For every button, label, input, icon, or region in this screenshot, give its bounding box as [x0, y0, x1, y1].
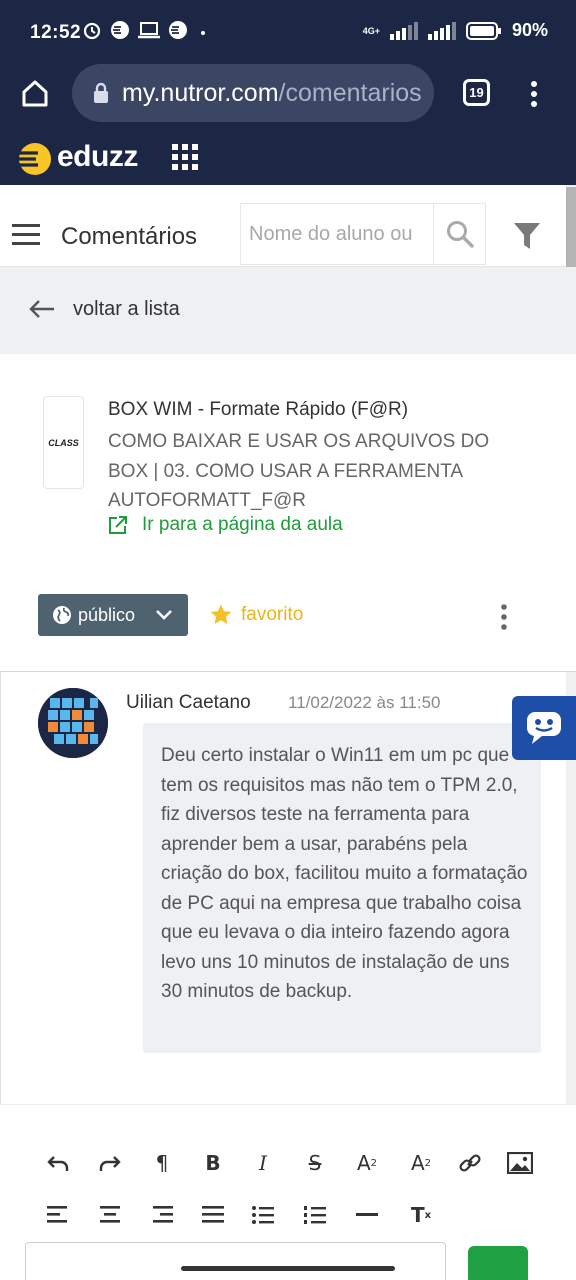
filter-icon[interactable] — [514, 223, 540, 249]
align-justify-icon[interactable] — [198, 1200, 228, 1230]
eduzz-notification-icon-2 — [169, 21, 187, 39]
more-options-icon[interactable] — [498, 603, 510, 631]
laptop-icon — [138, 22, 160, 39]
lesson-thumbnail-label: CLASS — [48, 437, 79, 448]
go-to-lesson-label: Ir para a página da aula — [142, 514, 343, 535]
comment-author: Uilian Caetano — [126, 692, 251, 713]
align-center-icon[interactable] — [95, 1200, 125, 1230]
paragraph-icon[interactable]: ¶ — [147, 1148, 177, 1178]
external-link-icon — [109, 516, 127, 534]
chat-widget-button[interactable] — [512, 696, 576, 760]
comment-bubble: Deu certo instalar o Win11 em um pc que … — [143, 723, 541, 1053]
menu-icon[interactable] — [12, 224, 40, 246]
align-right-icon[interactable] — [147, 1200, 177, 1230]
scrollbar-thumb[interactable] — [566, 187, 576, 267]
image-icon[interactable] — [505, 1148, 535, 1178]
star-icon — [210, 604, 232, 624]
go-to-lesson-link[interactable]: Ir para a página da aula — [108, 514, 343, 536]
align-left-icon[interactable] — [43, 1200, 73, 1230]
favorite-button[interactable]: favorito — [209, 603, 303, 627]
eduzz-bar: eduzz — [0, 130, 576, 185]
network-label: 4G+ — [362, 25, 380, 36]
avatar-image — [38, 688, 108, 758]
reply-input[interactable] — [25, 1242, 446, 1280]
arrow-back-icon — [29, 300, 54, 318]
globe-icon — [53, 606, 71, 624]
search-box — [240, 203, 486, 265]
visibility-dropdown[interactable]: público — [38, 594, 188, 636]
chevron-down-icon — [156, 610, 172, 620]
numbered-list-icon[interactable] — [300, 1200, 330, 1230]
address-field[interactable]: my.nutror.com/comentarios — [72, 64, 434, 122]
tab-switcher-button[interactable]: 19 — [463, 79, 490, 106]
lesson-title: COMO BAIXAR E USAR OS ARQUIVOS DO BOX | … — [108, 431, 490, 511]
subscript-icon[interactable]: A2 — [406, 1148, 436, 1178]
reply-editor: ¶ B I S A2 A2 Tx — [0, 1104, 576, 1280]
avatar — [38, 688, 108, 758]
signal-icon — [389, 21, 418, 40]
search-button[interactable] — [433, 203, 485, 265]
status-bar: 12:52 4G+ 90% — [0, 0, 576, 64]
more-vert-icon[interactable] — [527, 80, 541, 108]
eduzz-notification-icon — [111, 21, 129, 39]
lock-icon — [94, 82, 108, 103]
eduzz-logo-icon[interactable] — [16, 142, 52, 176]
dot-icon — [201, 31, 205, 35]
comment-text: Deu certo instalar o Win11 em um pc que … — [161, 745, 528, 1002]
redo-icon[interactable] — [95, 1148, 125, 1178]
comment-date: 11/02/2022 às 11:50 — [288, 693, 441, 712]
status-icons — [82, 20, 210, 40]
italic-icon[interactable]: I — [248, 1148, 278, 1178]
visibility-value: público — [78, 604, 136, 625]
app-header: Comentários — [0, 185, 566, 267]
course-name: BOX WIM - Formate Rápido (F@R) — [108, 399, 409, 420]
strikethrough-icon[interactable]: S — [300, 1148, 330, 1178]
back-bar[interactable]: voltar a lista — [0, 267, 576, 354]
battery-level: 90% — [511, 20, 548, 40]
lesson-thumbnail: CLASS — [43, 396, 84, 489]
signal-icon-2 — [427, 21, 456, 40]
undo-icon[interactable] — [43, 1148, 73, 1178]
search-input[interactable] — [241, 214, 433, 254]
eduzz-logo-text: eduzz — [57, 140, 138, 173]
superscript-icon[interactable]: A2 — [352, 1148, 382, 1178]
search-icon — [446, 221, 474, 248]
battery-icon — [465, 21, 501, 40]
status-right: 4G+ 90% — [363, 20, 548, 41]
chat-bot-icon — [527, 712, 561, 744]
page-title: Comentários — [61, 223, 198, 250]
lesson-card: CLASS BOX WIM - Formate Rápido (F@R) COM… — [0, 354, 576, 672]
home-icon[interactable] — [20, 78, 50, 108]
url-path: /comentarios — [278, 78, 422, 107]
apps-grid-icon[interactable] — [172, 144, 198, 170]
clear-format-icon[interactable]: Tx — [406, 1200, 436, 1230]
browser-url-bar: my.nutror.com/comentarios 19 — [0, 64, 576, 126]
gesture-bar — [181, 1266, 395, 1271]
link-icon[interactable] — [455, 1148, 485, 1178]
url-host: my.nutror.com — [122, 78, 279, 107]
status-time: 12:52 — [30, 22, 82, 43]
bold-icon[interactable]: B — [198, 1148, 228, 1178]
favorite-label: favorito — [241, 604, 304, 625]
alarm-icon — [83, 22, 101, 40]
bullet-list-icon[interactable] — [248, 1200, 278, 1230]
back-to-list-link[interactable]: voltar a lista — [73, 298, 180, 321]
horizontal-rule-icon[interactable] — [352, 1200, 382, 1230]
comment-item: Uilian Caetano 11/02/2022 às 11:50 Deu c… — [0, 672, 576, 1104]
send-button[interactable] — [468, 1246, 528, 1280]
